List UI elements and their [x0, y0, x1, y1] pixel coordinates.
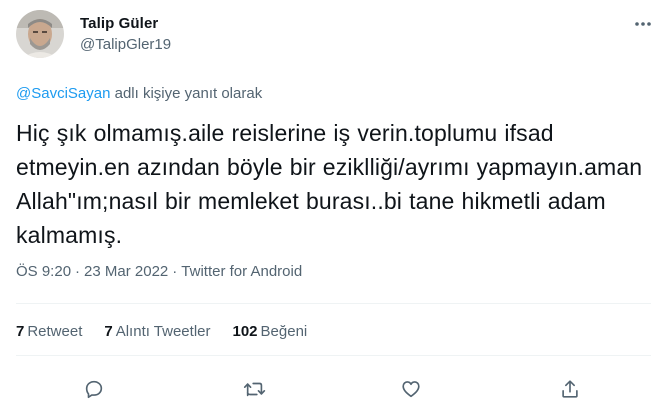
tweet-date[interactable]: 23 Mar 2022 [84, 263, 168, 280]
reply-mention-link[interactable]: @SavciSayan [16, 85, 110, 102]
more-options-button[interactable] [631, 12, 655, 36]
tweet-time[interactable]: ÖS 9:20 [16, 263, 71, 280]
user-handle[interactable]: @TalipGler19 [80, 36, 171, 53]
meta-separator-2: · [172, 263, 178, 280]
like-button[interactable] [396, 374, 426, 404]
share-button[interactable] [555, 374, 585, 404]
tweet-source[interactable]: Twitter for Android [181, 263, 302, 280]
display-name[interactable]: Talip Güler [80, 15, 158, 32]
retweet-label: Retweet [27, 323, 83, 340]
action-bar [0, 370, 667, 406]
retweet-count: 7 [16, 323, 25, 340]
reply-context: @SavciSayan adlı kişiye yanıt olarak [16, 85, 262, 102]
retweet-count-link[interactable]: 7 Retweet [16, 323, 82, 340]
engagement-stats: 7 Retweet 7 Alıntı Tweetler 102 Beğeni [16, 323, 329, 340]
quote-label: Alıntı Tweetler [115, 323, 211, 340]
profile-photo [16, 10, 64, 58]
quote-count-link[interactable]: 7 Alıntı Tweetler [104, 323, 210, 340]
reply-icon [85, 380, 103, 399]
like-count: 102 [232, 323, 258, 340]
divider [16, 303, 651, 304]
like-icon [402, 381, 420, 398]
retweet-button[interactable] [240, 374, 270, 404]
like-label: Beğeni [260, 323, 308, 340]
avatar[interactable] [16, 10, 64, 58]
like-count-link[interactable]: 102 Beğeni [233, 323, 308, 340]
tweet-card: Talip Güler @TalipGler19 @SavciSayan adl… [0, 0, 667, 407]
retweet-icon [243, 382, 266, 397]
reply-context-text: adlı kişiye yanıt olarak [110, 85, 263, 102]
divider [16, 355, 651, 356]
quote-count: 7 [104, 323, 113, 340]
share-icon [562, 380, 578, 398]
tweet-metadata: ÖS 9:20 · 23 Mar 2022 · Twitter for Android [16, 263, 302, 280]
meta-separator: · [75, 263, 81, 280]
tweet-text: Hiç şık olmamış.aile reislerine iş verin… [16, 120, 643, 248]
more-dots-icon [635, 22, 651, 26]
reply-button[interactable] [79, 374, 109, 404]
